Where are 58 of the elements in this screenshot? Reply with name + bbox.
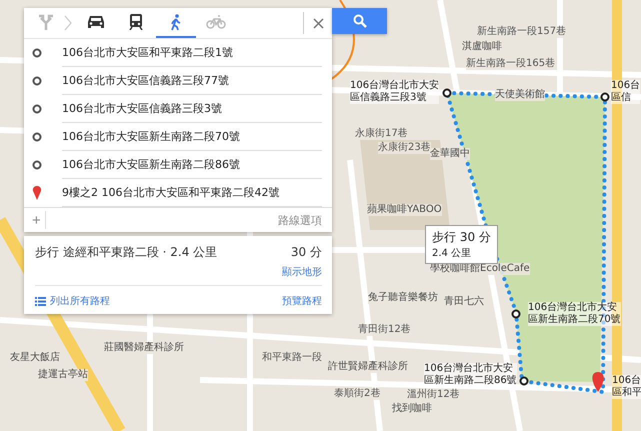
place-label: 青田七六 xyxy=(444,296,484,308)
chevron-icon xyxy=(64,15,72,31)
waypoint-field[interactable]: 106台北市大安區信義路三段77號 xyxy=(62,67,322,95)
waypoint-marker[interactable] xyxy=(442,88,452,98)
waypoint-circle-icon xyxy=(32,104,42,114)
place-label: 蘋果咖啡YABOO xyxy=(367,204,442,216)
street-label: 永康街17巷 xyxy=(355,128,408,140)
waypoint-circle-icon xyxy=(32,76,42,86)
list-all-steps-link[interactable]: 列出所有路程 xyxy=(50,294,110,308)
street-label: 新生南路一段165巷 xyxy=(466,58,556,70)
place-label: 找到咖啡 xyxy=(392,403,432,415)
route-summary: 步行 途經和平東路二段 · 2.4 公里 xyxy=(35,244,218,261)
close-icon xyxy=(312,18,324,28)
map-pin-icon[interactable] xyxy=(592,372,604,392)
street-label: 新生南路一段157巷 xyxy=(477,26,566,38)
street-label: 永康街23巷 xyxy=(378,142,431,154)
search-icon xyxy=(352,14,366,28)
waypoint-marker[interactable] xyxy=(520,376,528,386)
route-options-link[interactable]: 路線選項 xyxy=(278,212,322,228)
place-label: 許世賢婦產科診所 xyxy=(328,361,408,373)
waypoint-marker[interactable] xyxy=(512,310,520,318)
place-label: 金華國中 xyxy=(430,148,470,160)
bicycle-icon xyxy=(206,15,226,29)
street-label: 泰順街2巷 xyxy=(334,388,380,400)
preview-route-link[interactable]: 預覽路程 xyxy=(282,294,322,308)
waypoint-field[interactable]: 9樓之2 106台北市大安區和平東路二段42號 xyxy=(62,179,322,207)
map-pin-icon xyxy=(32,186,42,200)
address-label: 106台灣台北市大安 區信義路三段3號 xyxy=(350,80,440,104)
place-label: 友星大飯店 xyxy=(10,352,60,364)
place-label: 捷運古亭站 xyxy=(38,369,88,381)
car-icon xyxy=(87,15,105,29)
waypoint-circle-icon xyxy=(32,48,42,58)
address-label: 106台灣台北市大安 區新生南路二段86號 xyxy=(424,363,517,387)
walking-person-icon xyxy=(170,14,182,30)
search-button[interactable] xyxy=(332,8,387,34)
terrain-link[interactable]: 顯示地形 xyxy=(282,265,322,279)
route-callout[interactable]: 步行 30 分 2.4 公里 xyxy=(425,225,498,264)
waypoint-field[interactable]: 106台北市大安區新生南路二段70號 xyxy=(62,123,322,151)
place-label: 天使美術館 xyxy=(495,89,545,101)
address-label: 106台 區信 xyxy=(611,80,640,104)
fork-arrow-icon xyxy=(38,14,54,30)
waypoint-circle-icon xyxy=(32,160,42,170)
train-icon xyxy=(129,14,143,30)
address-label: 106台灣台北市大安 區新生南路二段70號 xyxy=(528,302,621,326)
street-label: 溫州街12巷 xyxy=(407,389,460,401)
place-label: 兔子聽音樂餐坊 xyxy=(368,292,438,304)
place-label: 淇盧咖啡 xyxy=(462,41,502,53)
waypoint-field[interactable]: 106台北市大安區新生南路二段86號 xyxy=(62,151,322,179)
waypoint-circle-icon xyxy=(32,132,42,142)
street-label: 和平東路一段 xyxy=(262,352,322,364)
street-label: 青田街12巷 xyxy=(358,324,411,336)
waypoint-marker[interactable] xyxy=(600,92,610,102)
waypoint-field[interactable]: 106台北市大安區信義路三段3號 xyxy=(62,95,322,123)
list-icon xyxy=(35,296,46,306)
add-destination-button[interactable]: + xyxy=(28,212,45,228)
route-duration: 30 分 xyxy=(290,244,322,261)
waypoint-field[interactable]: 106台北市大安區和平東路二段1號 xyxy=(62,39,322,67)
place-label: 莊國醫婦產科診所 xyxy=(104,342,184,354)
